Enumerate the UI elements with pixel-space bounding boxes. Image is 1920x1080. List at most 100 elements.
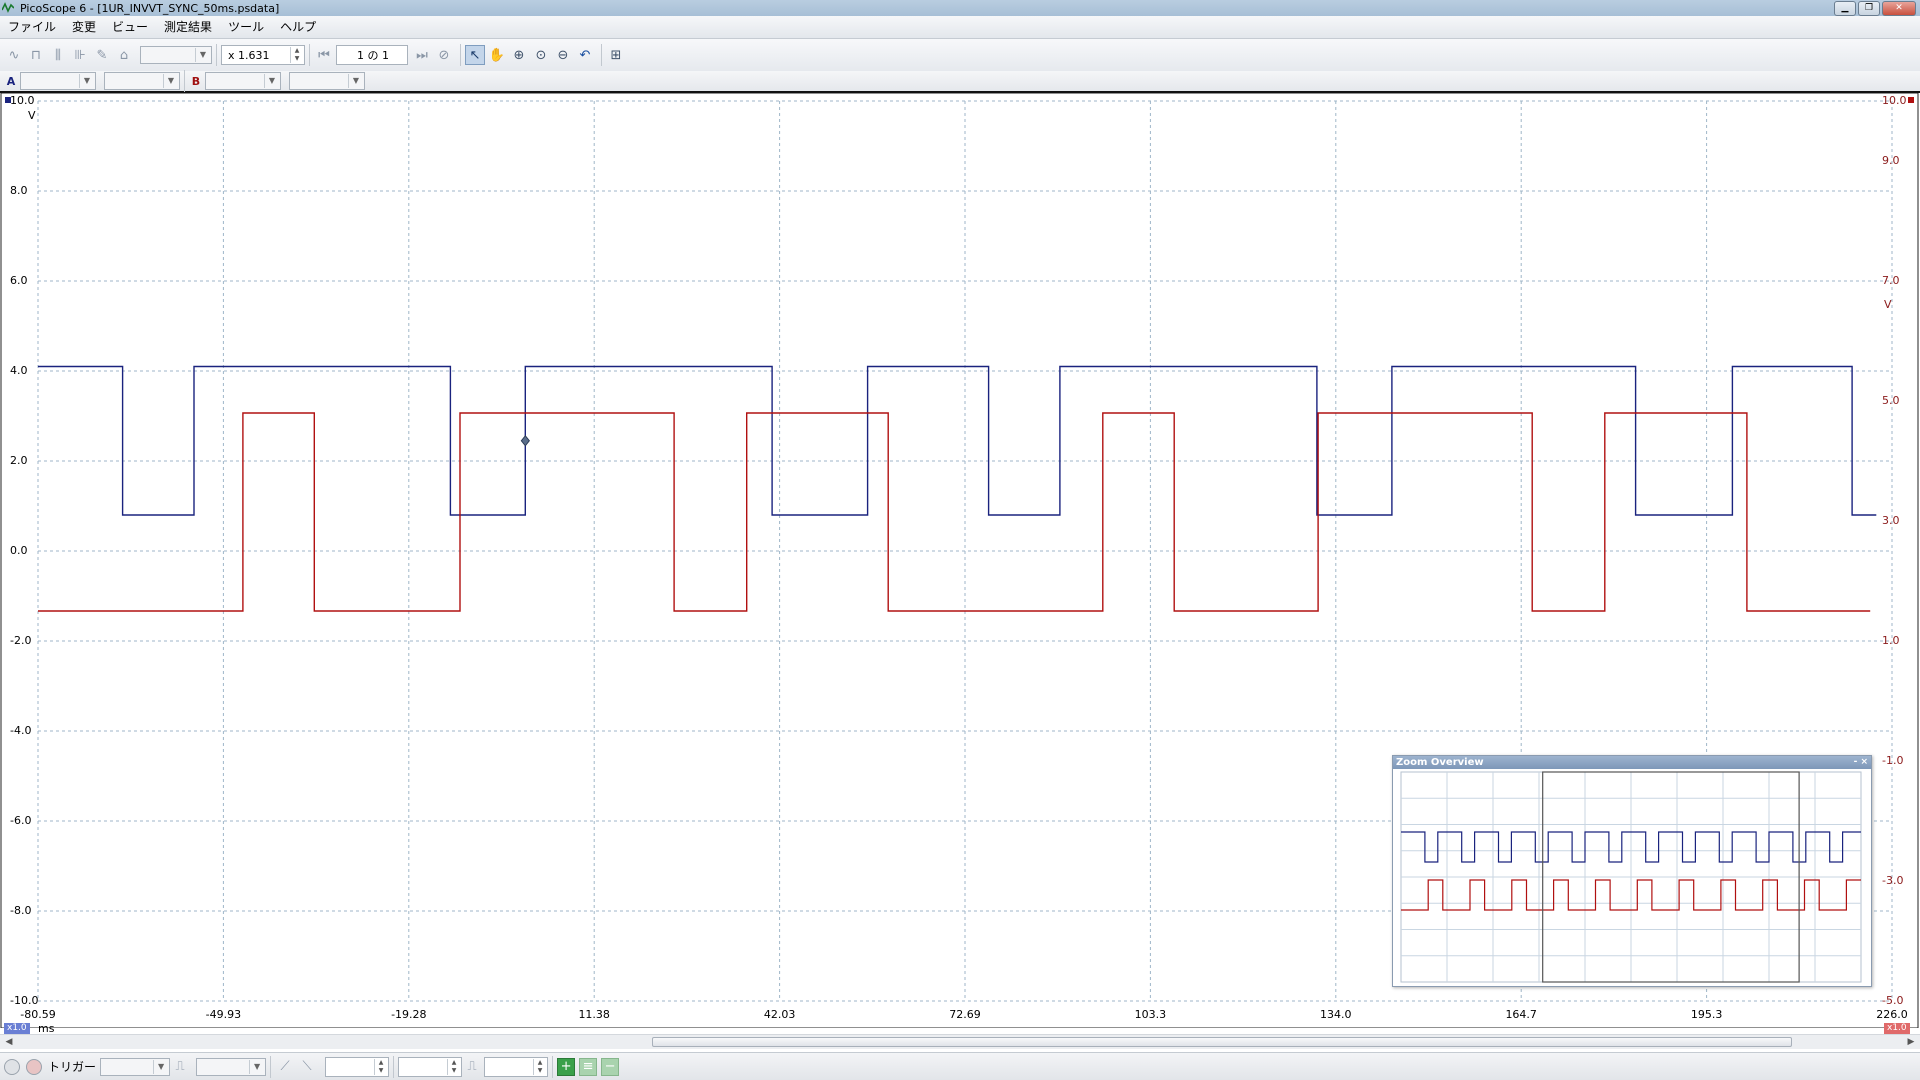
histogram-icon[interactable]: ⊪	[70, 45, 90, 65]
scroll-left-icon[interactable]: ◀	[2, 1035, 16, 1049]
window-title: PicoScope 6 - [1UR_INVVT_SYNC_50ms.psdat…	[20, 2, 280, 15]
pointer-icon[interactable]: ↖	[465, 45, 485, 65]
right-axis-tick: 7.0	[1882, 274, 1900, 287]
timebase-combo[interactable]: ▼	[140, 46, 212, 64]
time-axis-tick: 195.3	[1690, 1008, 1723, 1021]
time-axis-tick: -49.93	[205, 1008, 242, 1021]
scroll-right-icon[interactable]: ▶	[1904, 1035, 1918, 1049]
zoom-factor-value: x 1.631	[228, 48, 270, 62]
scrollbar-thumb[interactable]	[652, 1037, 1792, 1047]
left-axis-tick: 6.0	[10, 274, 28, 287]
zoom-overview-plot[interactable]	[1393, 770, 1869, 984]
persistence-mode-icon[interactable]: ⊓	[26, 45, 46, 65]
right-axis-tick: 10.0	[1882, 94, 1907, 107]
left-axis-unit: V	[28, 109, 36, 122]
right-axis-tick: 5.0	[1882, 394, 1900, 407]
zoom-area-icon[interactable]: ⊙	[531, 45, 551, 65]
next-buffer-icon[interactable]: ⏭	[412, 45, 432, 65]
zoom-factor-input[interactable]: x 1.631 ▲ ▼	[221, 45, 305, 65]
probe-icon[interactable]: ✎	[92, 45, 112, 65]
left-axis-tick: 2.0	[10, 454, 28, 467]
right-axis-tick: -3.0	[1882, 874, 1904, 887]
right-scale-badge: x1.0	[1884, 1023, 1910, 1034]
trigger-edge-icon[interactable]: ⎍	[170, 1057, 190, 1077]
menu-help[interactable]: ヘルプ	[272, 17, 324, 37]
trigger-mode-combo[interactable]: ▼	[100, 1057, 171, 1076]
start-icon[interactable]	[4, 1058, 20, 1075]
channel-b-marker-icon	[1908, 97, 1914, 103]
left-axis-tick: -2.0	[10, 634, 32, 647]
rising-edge-icon[interactable]: ⟋	[275, 1057, 295, 1077]
status-bar: トリガー ▼ ⎍ ▼ ⟋ ⟍ ▲ ▼ ▲ ▼ ⎍ ▲ ▼ + ≡ −	[0, 1052, 1920, 1080]
trigger-delay-icon[interactable]: ⎍	[462, 1057, 482, 1077]
channel-a-range-combo[interactable]: ▼	[20, 72, 96, 90]
right-axis-tick: 9.0	[1882, 154, 1900, 167]
trigger-level-input[interactable]: ▲ ▼	[325, 1056, 390, 1077]
zoom-overview-controls[interactable]: - ×	[1854, 756, 1868, 769]
time-axis-tick: 42.03	[763, 1008, 796, 1021]
left-axis-tick: 10.0	[10, 94, 35, 107]
scope-mode-icon[interactable]: ∿	[4, 45, 24, 65]
menu-bar: ファイル 変更 ビュー 測定結果 ツール ヘルプ	[0, 16, 1920, 39]
home-icon[interactable]: ⌂	[114, 45, 134, 65]
delete-measurement-icon[interactable]: −	[601, 1057, 620, 1076]
restore-button[interactable]: ❐	[1858, 1, 1880, 16]
zoom-in-icon[interactable]: ⊕	[509, 45, 529, 65]
left-axis-tick: -4.0	[10, 724, 32, 737]
title-bar: PicoScope 6 - [1UR_INVVT_SYNC_50ms.psdat…	[0, 0, 1920, 16]
close-button[interactable]: ✕	[1882, 1, 1916, 16]
first-buffer-icon[interactable]: ⏮	[314, 45, 334, 65]
picoscope-app-icon	[2, 2, 14, 13]
channel-bar: A ▼ ▼ B ▼ ▼	[0, 70, 1920, 93]
left-axis-tick: -8.0	[10, 904, 32, 917]
buffer-page-value: 1 の 1	[357, 49, 389, 62]
time-axis-tick: 134.0	[1320, 1008, 1352, 1021]
left-axis-tick: 0.0	[10, 544, 28, 557]
zoom-out-icon[interactable]: ⊖	[553, 45, 573, 65]
menu-edit[interactable]: 変更	[64, 17, 104, 37]
navigator-icon[interactable]: ⊘	[434, 45, 454, 65]
trigger-source-combo[interactable]: ▼	[196, 1057, 267, 1076]
channel-a-coupling-combo[interactable]: ▼	[104, 72, 180, 90]
pre-trigger-input[interactable]: ▲ ▼	[398, 1056, 463, 1077]
right-axis-unit: V	[1884, 298, 1892, 311]
menu-view[interactable]: ビュー	[104, 17, 156, 37]
left-axis-tick: -10.0	[10, 994, 39, 1007]
right-axis-tick: 3.0	[1882, 514, 1900, 527]
horizontal-scrollbar[interactable]: ◀ ▶	[0, 1034, 1920, 1049]
zoom-overview-title: Zoom Overview	[1396, 757, 1484, 768]
left-axis-tick: -6.0	[10, 814, 32, 827]
zoom-overview-window[interactable]: Zoom Overview - ×	[1392, 755, 1872, 987]
right-axis-tick: -1.0	[1882, 754, 1904, 767]
main-toolbar: ∿ ⊓ ⫼ ⊪ ✎ ⌂ ▼ x 1.631 ▲ ▼ ⏮ 1 の 1 ⏭ ⊘ ↖ ✋…	[0, 39, 1920, 71]
channel-a-icon[interactable]: A	[4, 74, 18, 88]
menu-tools[interactable]: ツール	[220, 17, 272, 37]
channel-b-icon[interactable]: B	[189, 74, 203, 88]
left-scale-badge: x1.0	[4, 1023, 30, 1034]
add-measurement-icon[interactable]: +	[557, 1057, 576, 1076]
edit-measurement-icon[interactable]: ≡	[579, 1057, 598, 1076]
hand-icon[interactable]: ✋	[487, 45, 507, 65]
stop-icon[interactable]	[26, 1058, 42, 1075]
channel-b-coupling-combo[interactable]: ▼	[289, 72, 365, 90]
left-axis-tick: 4.0	[10, 364, 28, 377]
zoom-fit-icon[interactable]: ⊞	[606, 45, 626, 65]
spectrum-mode-icon[interactable]: ⫼	[48, 45, 68, 65]
time-axis-tick: 226.0	[1876, 1008, 1908, 1021]
undo-zoom-icon[interactable]: ↶	[575, 45, 595, 65]
time-axis-tick: 164.7	[1505, 1008, 1537, 1021]
time-axis-tick: 72.69	[949, 1008, 981, 1021]
spin-arrows-icon[interactable]: ▲ ▼	[290, 47, 303, 63]
trigger-delay-input[interactable]: ▲ ▼	[484, 1056, 549, 1077]
right-axis-tick: 1.0	[1882, 634, 1900, 647]
trigger-label: トリガー	[48, 1060, 97, 1074]
buffer-page-input[interactable]: 1 の 1	[336, 45, 408, 65]
menu-measurements[interactable]: 測定結果	[156, 17, 220, 37]
channel-b-range-combo[interactable]: ▼	[205, 72, 281, 90]
chevron-down-icon: ▼	[195, 48, 210, 62]
right-axis-tick: -5.0	[1882, 994, 1904, 1007]
time-axis-tick: -80.59	[20, 1008, 56, 1021]
minimize-button[interactable]: ▁	[1834, 1, 1856, 16]
menu-file[interactable]: ファイル	[0, 17, 64, 37]
falling-edge-icon[interactable]: ⟍	[297, 1057, 317, 1077]
